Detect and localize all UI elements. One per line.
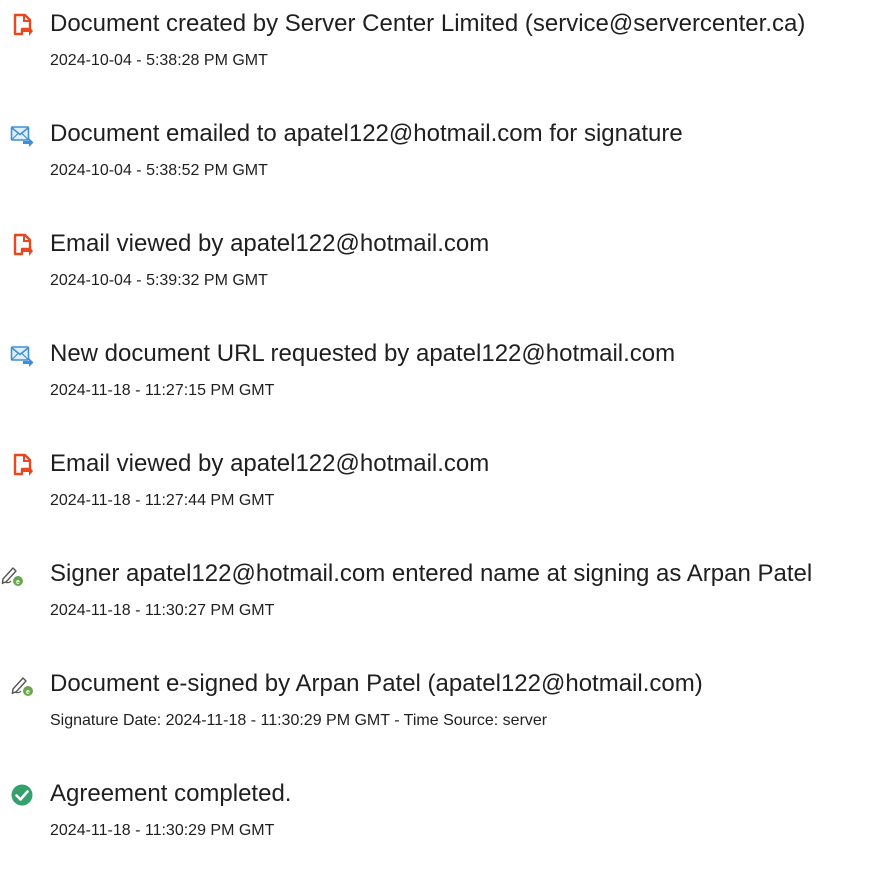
event-title: Email viewed by apatel122@hotmail.com [50,450,490,477]
audit-event: e Signer apatel122@hotmail.com entered n… [0,556,890,646]
audit-event: New document URL requested by apatel122@… [0,336,890,426]
event-timestamp: 2024-11-18 - 11:30:27 PM GMT [50,602,275,619]
event-timestamp: 2024-10-04 - 5:38:28 PM GMT [50,52,268,69]
email-viewed-icon [10,453,34,477]
document-created-icon [10,13,34,37]
event-title: Document created by Server Center Limite… [50,10,806,37]
check-circle-icon [10,783,34,807]
email-sent-icon [10,123,34,147]
audit-event: Document created by Server Center Limite… [0,6,890,96]
event-timestamp: 2024-10-04 - 5:39:32 PM GMT [50,272,268,289]
email-viewed-icon [10,233,34,257]
svg-text:e: e [26,689,30,696]
event-title: Document emailed to apatel122@hotmail.co… [50,120,683,147]
audit-event: e Document e-signed by Arpan Patel (apat… [0,666,890,756]
audit-history-list: Document created by Server Center Limite… [0,0,890,882]
event-title: Email viewed by apatel122@hotmail.com [50,230,490,257]
svg-text:e: e [16,579,20,586]
event-timestamp: Signature Date: 2024-11-18 - 11:30:29 PM… [50,712,548,729]
event-timestamp: 2024-11-18 - 11:27:15 PM GMT [50,382,275,399]
audit-event: Agreement completed. 2024-11-18 - 11:30:… [0,776,890,866]
signature-pen-icon: e [0,563,24,587]
event-timestamp: 2024-11-18 - 11:30:29 PM GMT [50,822,275,839]
event-timestamp: 2024-11-18 - 11:27:44 PM GMT [50,492,275,509]
signature-pen-icon: e [10,673,34,697]
event-title: New document URL requested by apatel122@… [50,340,676,367]
event-title: Document e-signed by Arpan Patel (apatel… [50,670,703,697]
event-title: Agreement completed. [50,780,292,807]
audit-event: Email viewed by apatel122@hotmail.com 20… [0,226,890,316]
audit-event: Email viewed by apatel122@hotmail.com 20… [0,446,890,536]
event-title: Signer apatel122@hotmail.com entered nam… [50,560,813,587]
audit-event: Document emailed to apatel122@hotmail.co… [0,116,890,206]
event-timestamp: 2024-10-04 - 5:38:52 PM GMT [50,162,268,179]
email-sent-icon [10,343,34,367]
